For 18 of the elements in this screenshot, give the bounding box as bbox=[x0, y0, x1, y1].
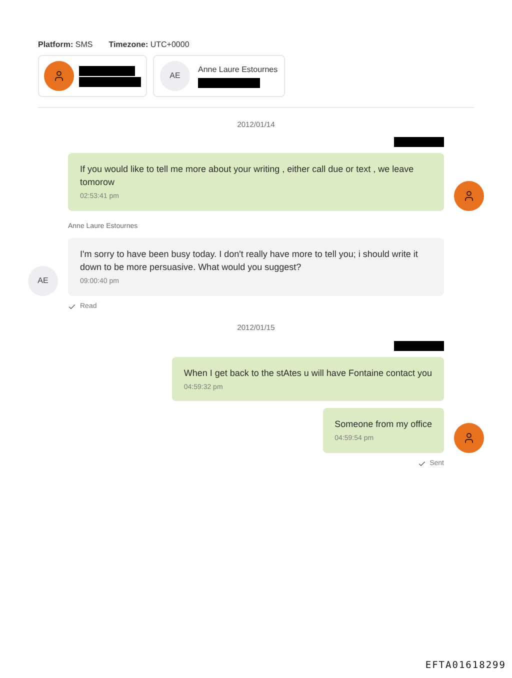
message-text: When I get back to the stAtes u will have Fontaine contact you bbox=[184, 366, 432, 380]
participant-name: Anne Laure Estournes bbox=[198, 64, 278, 76]
timezone-label: Timezone: UTC+0000 bbox=[108, 39, 190, 51]
document-id: EFTA01618299 bbox=[425, 658, 506, 673]
check-icon bbox=[68, 303, 76, 311]
initials-avatar: AE bbox=[160, 61, 190, 91]
redaction-bar bbox=[198, 78, 260, 88]
redaction-bar bbox=[79, 66, 135, 76]
message-text: I'm sorry to have been busy today. I don't really have more to tell you; i should write it down to be more persuasive. What would you suggest? bbox=[80, 248, 419, 274]
person-icon bbox=[53, 70, 65, 82]
person-icon bbox=[463, 190, 475, 202]
initials-avatar: AE bbox=[28, 266, 58, 296]
message-text: Someone from my office bbox=[334, 418, 432, 431]
redaction-bar bbox=[79, 76, 141, 86]
check-icon bbox=[418, 460, 426, 468]
message-text: If you would like to tell me more about your writing , either call due or text , we leave tomorow bbox=[80, 163, 415, 190]
person-icon bbox=[463, 432, 475, 444]
platform-label: Platform: SMS bbox=[38, 39, 93, 51]
